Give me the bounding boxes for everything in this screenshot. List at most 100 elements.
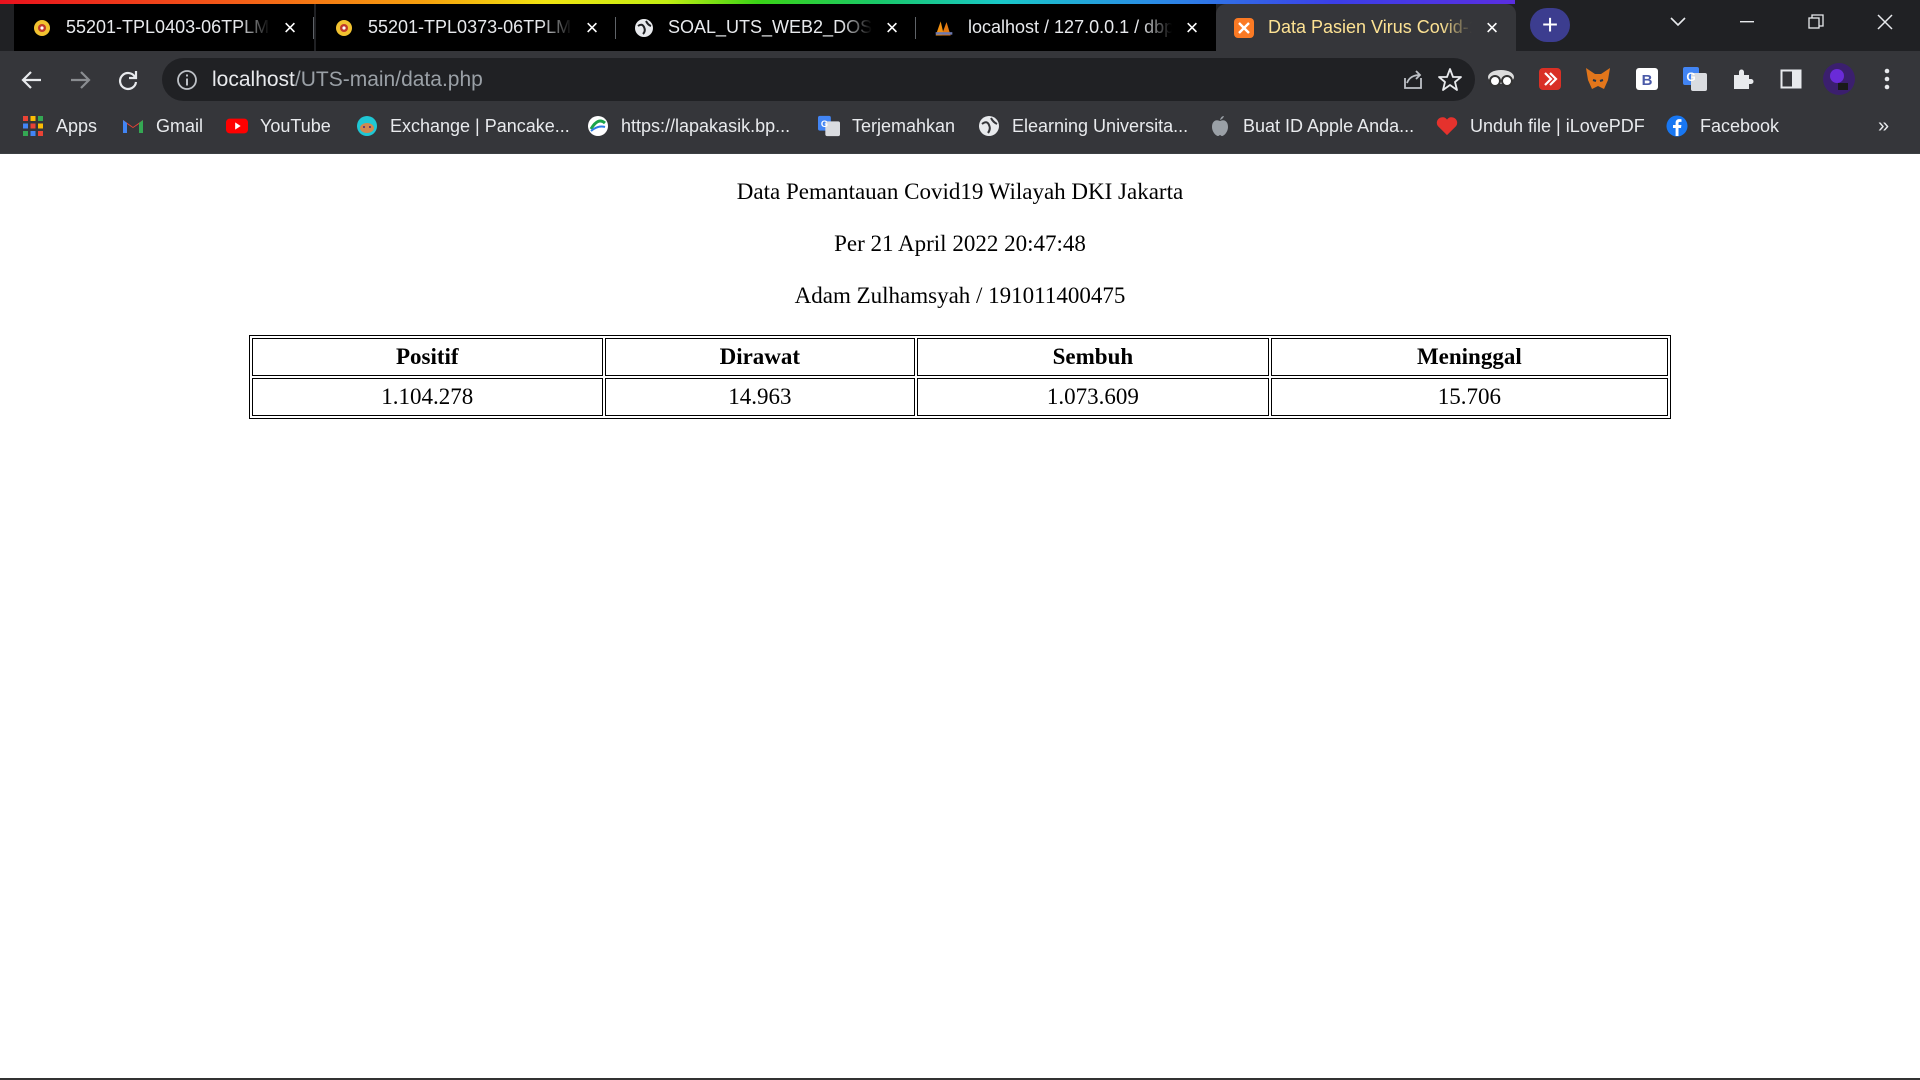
cell-positif: 1.104.278	[252, 378, 603, 416]
bookmark-apple-id[interactable]: Buat ID Apple Anda...	[1209, 108, 1414, 144]
minimize-button[interactable]	[1714, 0, 1780, 44]
cell-meninggal: 15.706	[1270, 378, 1668, 416]
apps-grid-icon	[22, 115, 44, 137]
apple-icon	[1209, 115, 1231, 137]
chevron-down-icon	[1670, 17, 1686, 27]
tab-title: localhost / 127.0.0.1 / dbpasien	[968, 17, 1172, 37]
extensions-puzzle-icon[interactable]	[1727, 63, 1759, 95]
table-header-row: Positif Dirawat Sembuh Meninggal	[252, 338, 1668, 376]
new-tab-button[interactable]: +	[1530, 8, 1570, 42]
xampp-icon	[1234, 17, 1254, 38]
share-icon[interactable]	[1401, 68, 1425, 92]
menu-button[interactable]	[1871, 63, 1903, 95]
forward-button[interactable]	[60, 60, 100, 100]
avatar[interactable]	[1823, 63, 1855, 95]
bookmark-pancake[interactable]: Exchange | Pancake...	[356, 108, 570, 144]
column-header-sembuh: Sembuh	[917, 338, 1269, 376]
cell-dirawat: 14.963	[604, 378, 916, 416]
tab-1[interactable]: 55201-TPL0403-06TPLM005 ×	[14, 4, 314, 51]
extension-video-icon[interactable]	[1534, 63, 1566, 95]
close-tab-icon[interactable]: ×	[1182, 16, 1202, 38]
bookmark-apps[interactable]: Apps	[22, 108, 97, 144]
plus-icon: +	[1541, 9, 1559, 40]
metamask-icon[interactable]	[1582, 63, 1614, 95]
bookmark-label: Facebook	[1700, 115, 1780, 136]
table-row: 1.104.278 14.963 1.073.609 15.706	[252, 378, 1668, 416]
bookmark-label: Apps	[56, 115, 98, 136]
bookmark-label: Terjemahkan	[852, 115, 956, 136]
bookmark-star-icon[interactable]	[1437, 67, 1463, 93]
bookmark-gmail[interactable]: Gmail	[122, 108, 203, 144]
tab-2[interactable]: 55201-TPL0373-06TPLM005 ×	[316, 4, 616, 51]
cell-sembuh: 1.073.609	[917, 378, 1269, 416]
tab-4[interactable]: localhost / 127.0.0.1 / dbpasien ×	[916, 4, 1216, 51]
svg-text:G: G	[1686, 70, 1695, 84]
google-translate-icon: G	[818, 115, 840, 137]
tab-title: 55201-TPL0373-06TPLM005	[368, 17, 572, 37]
bookmark-label: Unduh file | iLovePDF	[1470, 115, 1645, 136]
close-window-button[interactable]	[1852, 0, 1918, 44]
globe-icon	[978, 115, 1000, 137]
address-bar[interactable]: localhost/UTS-main/data.php	[162, 58, 1475, 101]
url-path: /UTS-main/data.php	[294, 68, 483, 91]
facebook-icon	[1666, 115, 1688, 137]
tab-title: SOAL_UTS_WEB2_DOSEN	[668, 17, 872, 37]
phpmyadmin-icon	[934, 18, 954, 38]
quiz-icon	[32, 18, 52, 38]
globe-icon	[634, 18, 654, 38]
tab-title: 55201-TPL0403-06TPLM005	[66, 17, 270, 37]
bookmark-label: Gmail	[156, 115, 204, 136]
bookmark-label: https://lapakasik.bp...	[621, 115, 791, 136]
close-tab-icon[interactable]: ×	[1482, 16, 1502, 38]
tab-search-button[interactable]	[1645, 0, 1711, 44]
author-info: Adam Zulhamsyah / 191011400475	[794, 283, 1126, 308]
kebab-menu-icon	[1884, 68, 1890, 90]
pancakeswap-icon	[356, 115, 378, 137]
gmail-icon	[122, 115, 144, 137]
bookmark-elearning[interactable]: Elearning Universita...	[978, 108, 1188, 144]
bookmark-youtube[interactable]: YouTube	[226, 108, 331, 144]
tab-strip: 55201-TPL0403-06TPLM005 × 55201-TPL0373-…	[0, 0, 1920, 51]
svg-text:G: G	[821, 119, 828, 129]
bookmarks-bar: Apps Gmail YouTube Exchange | Pancake...…	[0, 108, 1920, 154]
tab-active[interactable]: Data Pasien Virus Covid-19 ×	[1216, 4, 1516, 51]
bookmark-terjemahkan[interactable]: G Terjemahkan	[818, 108, 955, 144]
covid-data-table: Positif Dirawat Sembuh Meninggal 1.104.2…	[249, 335, 1671, 419]
more-bookmarks-button[interactable]: »	[1878, 108, 1889, 144]
svg-text:B: B	[1642, 72, 1653, 89]
column-header-dirawat: Dirawat	[604, 338, 916, 376]
restore-icon	[1808, 14, 1824, 29]
quiz-icon	[334, 18, 354, 38]
column-header-positif: Positif	[252, 338, 603, 376]
page-title: Data Pemantauan Covid19 Wilayah DKI Jaka…	[736, 179, 1184, 204]
extension-spy-icon[interactable]	[1485, 63, 1517, 95]
report-timestamp: Per 21 April 2022 20:47:48	[834, 231, 1086, 256]
bookmark-lapakasik[interactable]: https://lapakasik.bp...	[587, 108, 790, 144]
close-tab-icon[interactable]: ×	[882, 16, 902, 38]
tab-3[interactable]: SOAL_UTS_WEB2_DOSEN ×	[616, 4, 916, 51]
bookmark-ilovepdf[interactable]: Unduh file | iLovePDF	[1436, 108, 1645, 144]
page-content: Data Pemantauan Covid19 Wilayah DKI Jaka…	[0, 154, 1920, 1080]
side-panel-icon[interactable]	[1775, 63, 1807, 95]
column-header-meninggal: Meninggal	[1270, 338, 1668, 376]
site-info-icon[interactable]	[176, 69, 198, 91]
tab-title: Data Pasien Virus Covid-19	[1268, 17, 1472, 37]
url-text[interactable]: localhost/UTS-main/data.php	[212, 58, 483, 101]
ilovepdf-icon	[1436, 115, 1458, 137]
reload-icon	[118, 71, 138, 91]
bookmark-label: Exchange | Pancake...	[390, 115, 570, 136]
browser-toolbar: localhost/UTS-main/data.php B G	[0, 51, 1920, 108]
extension-b-icon[interactable]: B	[1631, 63, 1663, 95]
reload-button[interactable]	[108, 60, 148, 100]
back-button[interactable]	[12, 60, 52, 100]
google-translate-icon[interactable]: G	[1679, 63, 1711, 95]
close-tab-icon[interactable]: ×	[582, 16, 602, 38]
url-host: localhost	[212, 68, 295, 91]
forward-arrow-icon	[71, 71, 91, 89]
youtube-icon	[226, 115, 248, 137]
bookmark-facebook[interactable]: Facebook	[1666, 108, 1779, 144]
back-arrow-icon	[21, 71, 41, 89]
close-tab-icon[interactable]: ×	[280, 16, 300, 38]
minimize-icon	[1740, 21, 1754, 23]
restore-button[interactable]	[1783, 0, 1849, 44]
